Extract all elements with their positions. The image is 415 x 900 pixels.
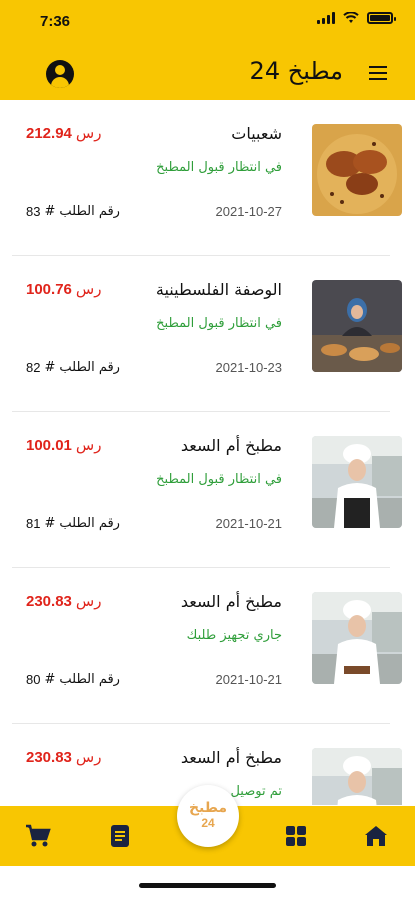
order-card[interactable]: الوصفة الفلسطينية 100.76 رس في انتظار قبو… — [12, 256, 402, 412]
kitchen-name: مطبخ أم السعد — [180, 748, 282, 767]
signal-icon — [317, 12, 335, 24]
wifi-icon — [343, 12, 359, 23]
order-price: 100.01 رس — [26, 436, 102, 454]
order-date: 2021-10-21 — [215, 516, 283, 531]
kitchen-name: الوصفة الفلسطينية — [155, 280, 282, 299]
kitchen-name: شعبيات — [231, 124, 282, 143]
order-price: 230.83 رس — [26, 748, 102, 766]
orders-icon[interactable] — [106, 822, 134, 850]
status-time: 7:36 — [40, 13, 71, 30]
order-number: 80 # رقم الطلب — [26, 672, 120, 687]
chef-woman-image — [312, 748, 402, 805]
battery-icon — [367, 12, 396, 24]
order-status: في انتظار قبول المطبخ — [156, 160, 282, 175]
kitchen-name: مطبخ أم السعد — [180, 436, 282, 455]
order-date: 2021-10-23 — [215, 360, 283, 375]
order-date: 2021-10-27 — [215, 204, 283, 219]
page-title: مطبخ 24 — [249, 57, 343, 85]
order-number: 83 # رقم الطلب — [26, 204, 120, 219]
order-date: 2021-10-21 — [215, 672, 283, 687]
order-card[interactable]: مطبخ أم السعد 230.83 رس جاري تجهيز طلبك 2… — [12, 568, 402, 724]
chef-woman-image — [312, 436, 402, 528]
order-price: 230.83 رس — [26, 592, 102, 610]
center-logo-button[interactable]: مطبخ 24 — [177, 785, 239, 847]
grid-icon[interactable] — [282, 822, 310, 850]
cart-icon[interactable] — [24, 822, 52, 850]
dish-rice-chicken-image — [312, 124, 402, 216]
order-status: تم توصيل — [230, 784, 282, 799]
home-icon[interactable] — [362, 822, 390, 850]
orders-list[interactable]: شعبيات 212.94 رس في انتظار قبول المطبخ 20… — [0, 100, 415, 805]
order-status: في انتظار قبول المطبخ — [156, 472, 282, 487]
order-status: في انتظار قبول المطبخ — [156, 316, 282, 331]
order-card[interactable]: شعبيات 212.94 رس في انتظار قبول المطبخ 20… — [12, 100, 402, 256]
order-price: 212.94 رس — [26, 124, 102, 142]
order-card[interactable]: مطبخ أم السعد 100.01 رس في انتظار قبول ال… — [12, 412, 402, 568]
home-indicator — [139, 883, 276, 888]
chef-woman-image — [312, 592, 402, 684]
order-number: 82 # رقم الطلب — [26, 360, 120, 375]
order-price: 100.76 رس — [26, 280, 102, 298]
order-number: 81 # رقم الطلب — [26, 516, 120, 531]
app-header: 7:36 مطبخ 24 — [0, 0, 415, 100]
app-logo: مطبخ 24 — [188, 800, 228, 831]
woman-cook-table-image — [312, 280, 402, 372]
account-circle-icon[interactable] — [46, 60, 74, 88]
kitchen-name: مطبخ أم السعد — [180, 592, 282, 611]
order-status: جاري تجهيز طلبك — [186, 628, 282, 643]
status-icons — [317, 12, 396, 24]
menu-icon[interactable] — [369, 66, 387, 80]
